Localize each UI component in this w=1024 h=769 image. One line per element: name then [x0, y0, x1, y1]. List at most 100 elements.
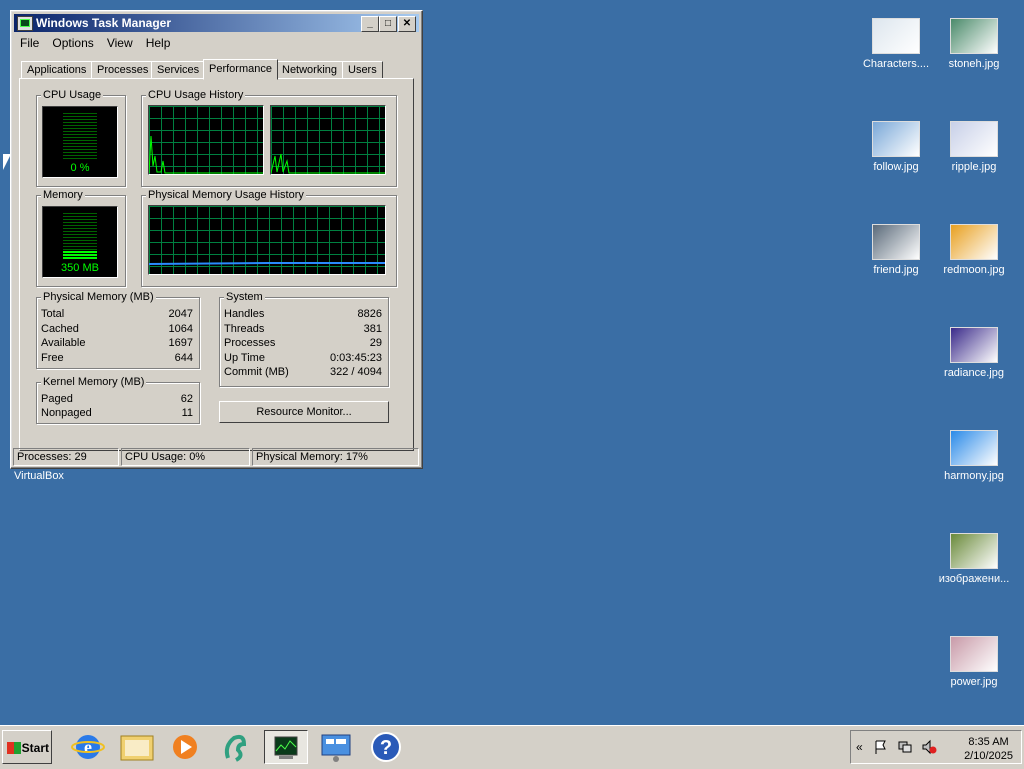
seahorse-app-icon[interactable]: [214, 730, 258, 764]
memory-label: Memory: [41, 189, 85, 201]
cpu-history-line-core1: [149, 135, 263, 174]
minimize-button[interactable]: _: [361, 16, 379, 32]
cpu-usage-meter: 0 %: [42, 106, 118, 178]
system-up-time: Up Time 0:03:45:23: [224, 352, 382, 364]
desktop-icon-ripple[interactable]: ripple.jpg: [936, 121, 1012, 173]
system-commit: Commit (MB) 322 / 4094: [224, 366, 382, 378]
menu-options[interactable]: Options: [47, 35, 98, 51]
window-caption: VirtualBox: [14, 470, 64, 482]
memory-group: Memory 350 MB: [36, 189, 126, 287]
network-icon[interactable]: [897, 739, 913, 755]
start-button[interactable]: Start: [2, 730, 52, 764]
task-manager-window: Windows Task Manager _ □ ✕ File Options …: [10, 10, 423, 469]
tab-applications[interactable]: Applications: [21, 61, 93, 79]
cpu-history-label: CPU Usage History: [146, 89, 246, 101]
system-processes: Processes 29: [224, 337, 382, 349]
kernel-memory-label: Kernel Memory (MB): [41, 376, 147, 388]
media-player-icon[interactable]: [163, 730, 207, 764]
taskbar: Start e ? « 8:35 AM 2/10/2025: [0, 725, 1024, 769]
harmony-thumbnail-icon: [950, 430, 998, 466]
kernel-memory-group: Kernel Memory (MB) Paged 62 Nonpaged 11: [36, 376, 200, 424]
task-manager-taskbar-icon[interactable]: [264, 730, 308, 764]
radiance-thumbnail-icon: [950, 327, 998, 363]
help-icon[interactable]: ?: [364, 730, 408, 764]
menu-bar: File Options View Help: [15, 35, 175, 53]
cpu-history-graph-core1: [148, 105, 264, 175]
close-button[interactable]: ✕: [398, 16, 416, 32]
memory-history-line: [149, 262, 385, 265]
task-manager-icon: [17, 16, 33, 31]
desktop-icon-harmony[interactable]: harmony.jpg: [936, 430, 1012, 482]
tab-networking[interactable]: Networking: [276, 61, 344, 79]
desktop-icon-friend[interactable]: friend.jpg: [858, 224, 934, 276]
physical-memory-label: Physical Memory (MB): [41, 291, 156, 303]
explorer-folder-icon[interactable]: [115, 730, 159, 764]
status-cpu-usage: CPU Usage: 0%: [121, 448, 250, 466]
memory-fill: [63, 251, 97, 259]
status-processes: Processes: 29: [13, 448, 119, 466]
menu-file[interactable]: File: [15, 35, 44, 51]
stoneh-thumbnail-icon: [950, 18, 998, 54]
physical-memory-total: Total 2047: [41, 308, 193, 320]
tray-chevron-icon[interactable]: «: [856, 740, 863, 754]
desktop-icon-redmoon[interactable]: redmoon.jpg: [936, 224, 1012, 276]
windows-logo-icon: [7, 742, 21, 754]
physical-memory-free: Free 644: [41, 352, 193, 364]
control-panel-icon[interactable]: [314, 730, 358, 764]
clock-date: 2/10/2025: [964, 750, 1013, 762]
desktop-icon-follow[interactable]: follow.jpg: [858, 121, 934, 173]
image-thumbnail-icon: [950, 533, 998, 569]
redmoon-thumbnail-icon: [950, 224, 998, 260]
cpu-history-line-core2: [271, 153, 385, 174]
memory-history-graph: [148, 205, 386, 275]
characters-thumbnail-icon: [872, 18, 920, 54]
desktop-icon-characters[interactable]: Characters....: [858, 18, 934, 70]
kernel-memory-paged: Paged 62: [41, 393, 193, 405]
power-thumbnail-icon: [950, 636, 998, 672]
clock-time: 8:35 AM: [968, 736, 1009, 748]
system-group: System Handles 8826 Threads 381 Processes 2…: [219, 291, 389, 387]
memory-history-label: Physical Memory Usage History: [146, 189, 306, 201]
window-title: Windows Task Manager: [36, 16, 172, 30]
desktop-icon-image[interactable]: изображени...: [936, 533, 1012, 585]
tab-performance[interactable]: Performance: [203, 59, 278, 80]
action-center-flag-icon[interactable]: [873, 739, 889, 755]
physical-memory-group: Physical Memory (MB) Total 2047 Cached 106…: [36, 291, 200, 369]
cpu-history-graph-core2: [270, 105, 386, 175]
svg-text:e: e: [84, 737, 92, 757]
svg-text:?: ?: [380, 737, 392, 759]
cpu-usage-value: 0 %: [70, 162, 90, 174]
title-bar[interactable]: Windows Task Manager _ □ ✕: [14, 14, 419, 32]
internet-explorer-icon[interactable]: e: [66, 730, 110, 764]
resource-monitor-button[interactable]: Resource Monitor...: [219, 401, 389, 423]
desktop-icon-power[interactable]: power.jpg: [936, 636, 1012, 688]
tab-services[interactable]: Services: [151, 61, 206, 79]
physical-memory-available: Available 1697: [41, 337, 193, 349]
follow-thumbnail-icon: [872, 121, 920, 157]
tab-processes[interactable]: Processes: [91, 61, 155, 79]
memory-history-group: Physical Memory Usage History: [141, 189, 397, 287]
status-bar: Processes: 29 CPU Usage: 0% Physical Mem…: [13, 448, 420, 466]
menu-view[interactable]: View: [102, 35, 138, 51]
maximize-button[interactable]: □: [379, 16, 397, 32]
ripple-thumbnail-icon: [950, 121, 998, 157]
tab-users[interactable]: Users: [342, 61, 383, 79]
cpu-usage-label: CPU Usage: [41, 89, 104, 101]
memory-value: 350 MB: [61, 262, 99, 274]
system-handles: Handles 8826: [224, 308, 382, 320]
notification-area: « 8:35 AM 2/10/2025: [850, 730, 1022, 764]
physical-memory-cached: Cached 1064: [41, 323, 193, 335]
volume-muted-icon[interactable]: [921, 739, 937, 755]
performance-panel: CPU Usage 0 % CPU Usage History Memory 3…: [19, 78, 414, 451]
status-physical-memory: Physical Memory: 17%: [252, 448, 419, 466]
system-threads: Threads 381: [224, 323, 382, 335]
friend-thumbnail-icon: [872, 224, 920, 260]
clock[interactable]: 8:35 AM 2/10/2025: [964, 735, 1013, 763]
desktop-icon-stoneh[interactable]: stoneh.jpg: [936, 18, 1012, 70]
system-label: System: [224, 291, 265, 303]
memory-meter: 350 MB: [42, 206, 118, 278]
cpu-usage-group: CPU Usage 0 %: [36, 89, 126, 187]
cpu-history-group: CPU Usage History: [141, 89, 397, 187]
menu-help[interactable]: Help: [141, 35, 176, 51]
desktop-icon-radiance[interactable]: radiance.jpg: [936, 327, 1012, 379]
